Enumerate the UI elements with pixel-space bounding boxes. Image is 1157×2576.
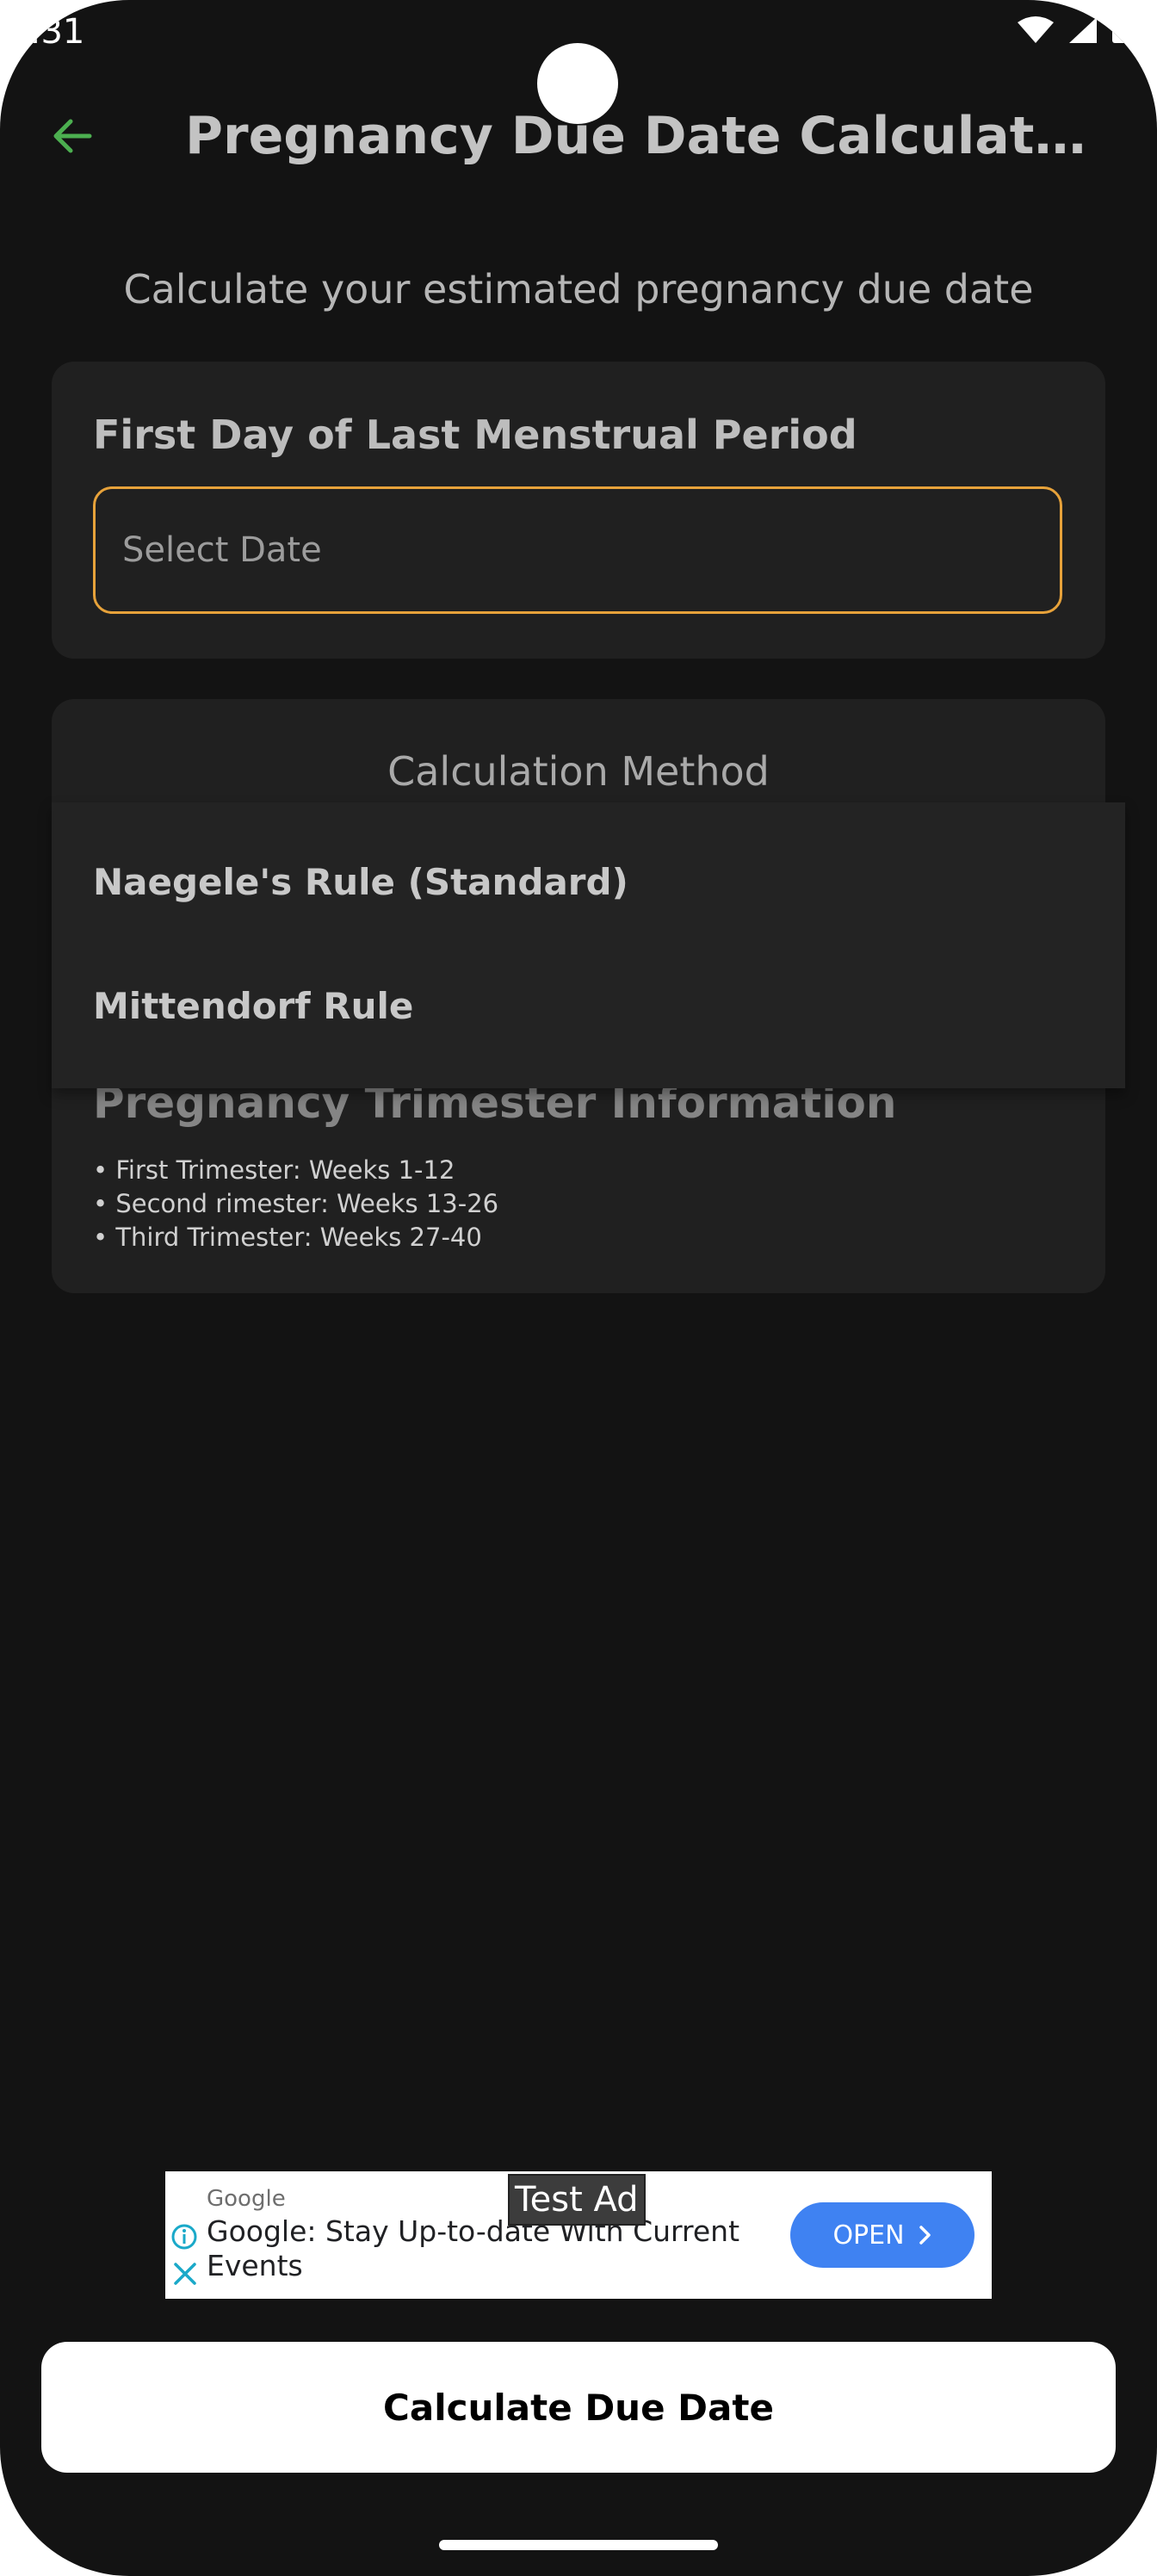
page-title: Pregnancy Due Date Calculat… [185,106,1086,166]
lmp-label: First Day of Last Menstrual Period [93,412,857,458]
battery-icon [1112,15,1126,43]
page-subtitle: Calculate your estimated pregnancy due d… [123,266,1034,313]
signal-icon [1069,17,1097,43]
close-icon[interactable] [172,2261,198,2287]
trimester-item: • First Trimester: Weeks 1-12 [93,1155,455,1185]
ad-headline[interactable]: Google: Stay Up-to-date With Current Eve… [207,2214,775,2283]
calculate-button-label: Calculate Due Date [383,2386,774,2429]
option-mittendorf-rule[interactable]: Mittendorf Rule [93,976,413,1037]
status-icons [1016,15,1128,45]
trimester-item: • Third Trimester: Weeks 27-40 [93,1223,482,1252]
status-time: :31 [29,12,85,52]
app-screen: :31 Pregnancy Due Date Calculat… Calcula… [0,0,1157,2576]
trimester-item: • Second rimester: Weeks 13-26 [93,1189,499,1218]
calculate-due-date-button[interactable]: Calculate Due Date [41,2342,1116,2473]
date-placeholder: Select Date [122,530,322,570]
back-button[interactable] [45,108,100,164]
trimester-list: • First Trimester: Weeks 1-12 • Second r… [93,1154,498,1254]
info-icon[interactable] [170,2223,198,2251]
chevron-right-icon [919,2226,931,2245]
method-title: Calculation Method [387,748,770,795]
ad-brand: Google [207,2186,286,2212]
option-naegele-rule[interactable]: Naegele's Rule (Standard) [93,852,628,913]
method-dropdown-menu: Naegele's Rule (Standard) Mittendorf Rul… [52,802,1125,1088]
wifi-icon [1018,16,1054,43]
test-ad-label: Test Ad [508,2174,646,2226]
ad-open-button[interactable]: OPEN [790,2202,974,2268]
ad-open-label: OPEN [832,2220,905,2251]
arrow-left-icon [53,119,92,153]
home-indicator[interactable] [439,2540,718,2550]
